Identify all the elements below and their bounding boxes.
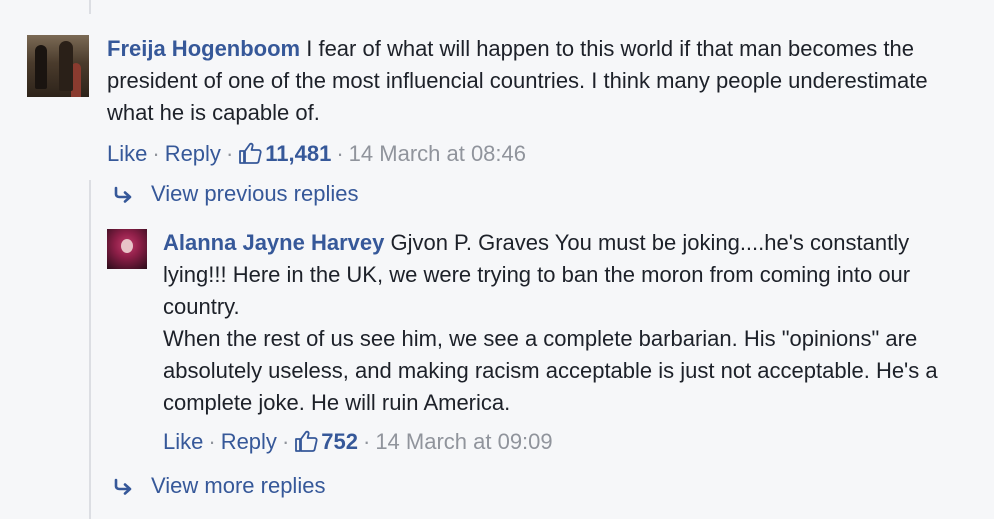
thumbs-up-icon[interactable] xyxy=(294,430,318,459)
timestamp[interactable]: 14 March at 09:09 xyxy=(375,429,552,454)
separator: · xyxy=(362,429,371,454)
avatar[interactable] xyxy=(27,35,89,97)
reply-arrow-icon xyxy=(113,475,135,503)
separator: · xyxy=(336,141,344,166)
reply-actions: Like · Reply · 752 · 14 March at 09:09 xyxy=(163,428,553,459)
replies-thread-line xyxy=(89,180,91,519)
like-count[interactable]: 752 xyxy=(321,429,358,454)
reply-button[interactable]: Reply xyxy=(221,429,277,454)
view-more-replies-label: View more replies xyxy=(151,473,326,498)
view-previous-replies-link[interactable]: View previous replies xyxy=(113,180,358,211)
separator: · xyxy=(281,429,290,454)
comment-author[interactable]: Freija Hogenboom xyxy=(107,36,300,61)
separator: · xyxy=(208,429,216,454)
timestamp[interactable]: 14 March at 08:46 xyxy=(349,141,526,166)
like-button[interactable]: Like xyxy=(107,141,147,166)
reply-arrow-icon xyxy=(113,183,135,211)
separator: · xyxy=(225,141,234,166)
reply-button[interactable]: Reply xyxy=(165,141,221,166)
reply-author[interactable]: Alanna Jayne Harvey xyxy=(163,230,384,255)
avatar[interactable] xyxy=(107,229,147,269)
separator: · xyxy=(152,141,160,166)
reply-text-line2: When the rest of us see him, we see a co… xyxy=(163,326,938,415)
like-button[interactable]: Like xyxy=(163,429,203,454)
thread-line xyxy=(89,0,91,14)
comment-actions: Like · Reply · 11,481 · 14 March at 08:46 xyxy=(107,140,526,171)
view-more-replies-link[interactable]: View more replies xyxy=(113,472,325,503)
comment-body: Freija Hogenboom I fear of what will hap… xyxy=(107,33,967,129)
view-previous-replies-label: View previous replies xyxy=(151,181,359,206)
thumbs-up-icon[interactable] xyxy=(238,142,262,171)
reply-body: Alanna Jayne Harvey Gjvon P. Graves You … xyxy=(163,227,963,419)
like-count[interactable]: 11,481 xyxy=(265,141,331,166)
